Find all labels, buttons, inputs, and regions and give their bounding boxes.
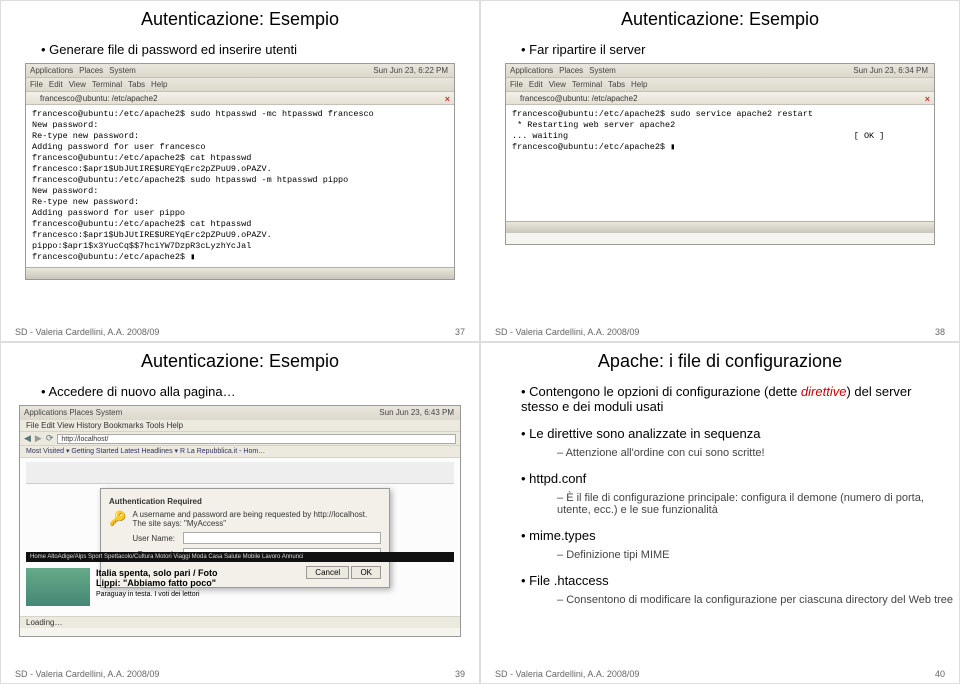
terminal-window: Applications Places System Sun Jun 23, 6… [25, 63, 455, 280]
page-number: 39 [455, 669, 465, 679]
slide-37: Autenticazione: Esempio Generare file di… [0, 0, 480, 342]
menu-places[interactable]: Places [559, 64, 583, 77]
slide-title: Apache: i file di configurazione [481, 351, 959, 372]
slide-title: Autenticazione: Esempio [1, 9, 479, 30]
desktop-menubar: Applications Places System Sun Jun 23, 6… [506, 64, 934, 78]
portal-header [26, 462, 454, 484]
page-number: 38 [935, 327, 945, 337]
bullet-1: Contengono le opzioni di configurazione … [521, 384, 919, 414]
key-icon: 🔑 [109, 510, 126, 527]
terminal-title: francesco@ubuntu: /etc/apache2 × [26, 92, 454, 105]
browser-menu[interactable]: File Edit View History Bookmarks Tools H… [20, 420, 460, 432]
slide-40: Apache: i file di configurazione Conteng… [480, 342, 960, 684]
slide-39: Autenticazione: Esempio Accedere di nuov… [0, 342, 480, 684]
clock-label: Sun Jun 23, 6:34 PM [853, 64, 928, 77]
bullet-3: httpd.conf [521, 471, 919, 486]
b1-directive: direttive [801, 384, 847, 399]
b1-text-a: Contengono le opzioni di configurazione … [529, 384, 801, 399]
reload-icon[interactable]: ⟳ [46, 433, 54, 444]
bullet-4: mime.types [521, 528, 919, 543]
taskbar [506, 221, 934, 233]
menu-system[interactable]: System [109, 64, 136, 77]
terminal-title-text: francesco@ubuntu: /etc/apache2 [520, 94, 638, 103]
page-number: 40 [935, 669, 945, 679]
term-menu-help[interactable]: Help [631, 78, 647, 91]
terminal-menu: File Edit View Terminal Tabs Help [506, 78, 934, 92]
terminal-output[interactable]: francesco@ubuntu:/etc/apache2$ sudo serv… [506, 105, 934, 221]
bullet-5-sub: Consentono di modificare la configurazio… [557, 594, 959, 606]
news-thumbnail [26, 568, 90, 606]
term-menu-tabs[interactable]: Tabs [128, 78, 145, 91]
username-input[interactable] [183, 532, 381, 544]
portal-nav[interactable]: Home AltoAdige/Alps Sport Spettacolo/Cul… [26, 552, 454, 562]
terminal-title: francesco@ubuntu: /etc/apache2 × [506, 92, 934, 105]
address-bar[interactable]: http://localhost/ [57, 434, 456, 444]
menu-applications[interactable]: Applications [510, 64, 553, 77]
menu-system[interactable]: System [589, 64, 616, 77]
sub-headline: Paraguay in testa. I voti dei lettori [96, 591, 200, 598]
dialog-title: Authentication Required [109, 497, 381, 506]
bookmarks-bar[interactable]: Most Visited ▾ Getting Started Latest He… [20, 446, 460, 458]
news-headline[interactable]: Italia spenta, solo pari / Foto Lippi: "… [96, 568, 356, 598]
footer-left: SD - Valeria Cardellini, A.A. 2008/09 [15, 669, 159, 679]
terminal-title-text: francesco@ubuntu: /etc/apache2 [40, 94, 158, 103]
menu-system[interactable]: System [96, 408, 123, 417]
bullet-3-sub: È il file di configurazione principale: … [557, 492, 959, 516]
bullet-4-sub: Definizione tipi MIME [557, 549, 959, 561]
bullet-main: Generare file di password ed inserire ut… [41, 42, 439, 57]
term-menu-edit[interactable]: Edit [529, 78, 543, 91]
clock-label: Sun Jun 23, 6:43 PM [379, 406, 454, 420]
desktop-menubar: Applications Places System Sun Jun 23, 6… [20, 406, 460, 420]
term-menu-edit[interactable]: Edit [49, 78, 63, 91]
terminal-menu: File Edit View Terminal Tabs Help [26, 78, 454, 92]
forward-icon[interactable]: ▶ [35, 433, 42, 444]
bullet-2: Le direttive sono analizzate in sequenza [521, 426, 919, 441]
menu-applications[interactable]: Applications [30, 64, 73, 77]
bullet-5: File .htaccess [521, 573, 919, 588]
footer-left: SD - Valeria Cardellini, A.A. 2008/09 [495, 669, 639, 679]
menu-places[interactable]: Places [69, 408, 93, 417]
back-icon[interactable]: ◀ [24, 433, 31, 444]
page-number: 37 [455, 327, 465, 337]
term-menu-file[interactable]: File [30, 78, 43, 91]
term-menu-view[interactable]: View [549, 78, 566, 91]
clock-label: Sun Jun 23, 6:22 PM [373, 64, 448, 77]
close-icon[interactable]: × [925, 93, 930, 106]
term-menu-help[interactable]: Help [151, 78, 167, 91]
dialog-message: A username and password are being reques… [132, 510, 381, 528]
headline-text: Italia spenta, solo pari / Foto Lippi: "… [96, 568, 218, 588]
page-body: Authentication Required 🔑 A username and… [20, 458, 460, 616]
term-menu-view[interactable]: View [69, 78, 86, 91]
bullet-main: Accedere di nuovo alla pagina… [41, 384, 439, 399]
desktop-menubar: Applications Places System Sun Jun 23, 6… [26, 64, 454, 78]
slide-title: Autenticazione: Esempio [481, 9, 959, 30]
footer-left: SD - Valeria Cardellini, A.A. 2008/09 [495, 327, 639, 337]
term-menu-tabs[interactable]: Tabs [608, 78, 625, 91]
bullet-2-sub: Attenzione all'ordine con cui sono scrit… [557, 447, 959, 459]
term-menu-file[interactable]: File [510, 78, 523, 91]
browser-window: Applications Places System Sun Jun 23, 6… [19, 405, 461, 637]
term-menu-terminal[interactable]: Terminal [92, 78, 122, 91]
terminal-window: Applications Places System Sun Jun 23, 6… [505, 63, 935, 245]
user-label: User Name: [109, 534, 175, 543]
term-menu-terminal[interactable]: Terminal [572, 78, 602, 91]
bullet-main: Far ripartire il server [521, 42, 919, 57]
slide-38: Autenticazione: Esempio Far ripartire il… [480, 0, 960, 342]
terminal-output[interactable]: francesco@ubuntu:/etc/apache2$ sudo htpa… [26, 105, 454, 267]
taskbar [26, 267, 454, 279]
menu-places[interactable]: Places [79, 64, 103, 77]
footer-left: SD - Valeria Cardellini, A.A. 2008/09 [15, 327, 159, 337]
status-bar: Loading… [20, 616, 460, 628]
slide-title: Autenticazione: Esempio [1, 351, 479, 372]
browser-toolbar: ◀ ▶ ⟳ http://localhost/ [20, 432, 460, 446]
menu-applications[interactable]: Applications [24, 408, 67, 417]
close-icon[interactable]: × [445, 93, 450, 106]
